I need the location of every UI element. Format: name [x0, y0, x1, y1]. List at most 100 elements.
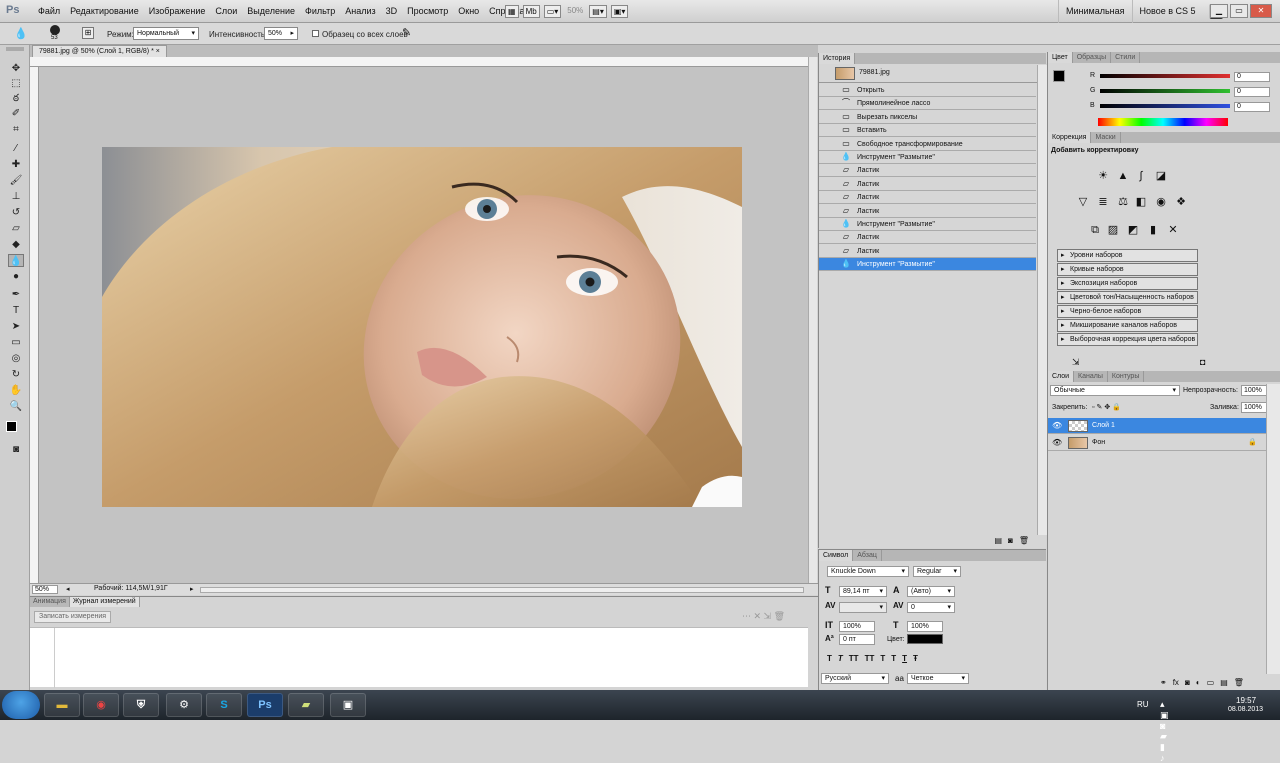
- photo-filter-icon[interactable]: ◉: [1154, 196, 1168, 209]
- faux-italic-button[interactable]: T: [838, 654, 843, 663]
- clock-time[interactable]: 19:57: [1236, 696, 1256, 705]
- start-button[interactable]: [2, 691, 40, 719]
- measure-tool-icons[interactable]: ⋯ ✕ ⇲ 🗑: [742, 611, 785, 622]
- layer-name[interactable]: Фон: [1092, 435, 1105, 451]
- history-state[interactable]: ▱ Ластик: [819, 231, 1036, 245]
- kerning-input[interactable]: ▾: [839, 602, 887, 613]
- path-select-tool-icon[interactable]: ➤: [8, 320, 24, 333]
- vibrance-icon[interactable]: ▽: [1076, 196, 1090, 209]
- tab-paragraph[interactable]: Абзац: [853, 550, 882, 561]
- exposure-icon[interactable]: ◪: [1154, 170, 1168, 183]
- adjustment-preset[interactable]: Экспозиция наборов: [1057, 277, 1198, 290]
- brightness-contrast-icon[interactable]: ☀: [1096, 170, 1110, 183]
- photoshop-taskbar-icon[interactable]: Ps: [247, 693, 283, 717]
- black-white-icon[interactable]: ◧: [1134, 196, 1148, 209]
- brush-tool-icon[interactable]: 🖌: [8, 174, 24, 187]
- levels-icon[interactable]: ▲: [1116, 170, 1130, 183]
- document-tab[interactable]: 79881.jpg @ 50% (Слой 1, RGB/8) * ×: [32, 45, 167, 57]
- history-state[interactable]: ▭ Вырезать пикселы: [819, 111, 1036, 124]
- gradient-map-icon[interactable]: ▮: [1146, 224, 1160, 237]
- fill-input[interactable]: 100%: [1241, 402, 1267, 413]
- menu-item[interactable]: Слои: [210, 0, 242, 23]
- intensity-input[interactable]: 50% ▸: [264, 27, 298, 40]
- hue-saturation-icon[interactable]: ≣: [1096, 196, 1110, 209]
- layer-name[interactable]: Слой 1: [1092, 418, 1115, 434]
- canvas-horizontal-scrollbar[interactable]: [200, 587, 804, 593]
- layer-row[interactable]: 👁 Слой 1: [1048, 418, 1266, 434]
- brush-preview[interactable]: [50, 25, 60, 35]
- tracking-input[interactable]: 0 ▾: [907, 602, 955, 613]
- tab-paths[interactable]: Контуры: [1108, 371, 1145, 382]
- explorer-taskbar-icon[interactable]: ▬: [44, 693, 80, 717]
- mode-select[interactable]: Нормальный ▾: [133, 27, 199, 40]
- tray-icons[interactable]: ▴ ▣ ◙ ▰ ▮ ♪: [1160, 699, 1172, 763]
- color-foreground-swatch[interactable]: [1053, 70, 1065, 82]
- zoom-level[interactable]: 50%: [565, 5, 585, 18]
- menu-item[interactable]: Редактирование: [65, 0, 144, 23]
- superscript-button[interactable]: T: [880, 654, 885, 663]
- layer-style-icon[interactable]: fx: [1173, 678, 1179, 687]
- shape-tool-icon[interactable]: ▭: [8, 336, 24, 349]
- app-taskbar-icon[interactable]: ⚙: [166, 693, 202, 717]
- adjustment-preset[interactable]: Уровни наборов: [1057, 249, 1198, 262]
- history-state[interactable]: 💧 Инструмент "Размытие": [819, 258, 1036, 272]
- subscript-button[interactable]: T: [891, 654, 896, 663]
- menu-item[interactable]: Анализ: [340, 0, 380, 23]
- view-extras-icon[interactable]: ▭▾: [543, 5, 562, 18]
- 3d-rotate-tool-icon[interactable]: ◎: [8, 352, 24, 365]
- curves-icon[interactable]: ∫: [1134, 170, 1148, 183]
- vertical-scale-input[interactable]: 100%: [839, 621, 875, 632]
- close-button[interactable]: ✕: [1250, 4, 1272, 18]
- link-layers-icon[interactable]: ⚭: [1160, 678, 1167, 687]
- all-caps-button[interactable]: TT: [849, 654, 859, 663]
- delete-state-icon[interactable]: 🗑: [1019, 536, 1029, 548]
- eyedropper-tool-icon[interactable]: ⁄: [8, 142, 24, 155]
- eraser-tool-icon[interactable]: ▱: [8, 222, 24, 235]
- strikethrough-button[interactable]: Ŧ: [913, 654, 918, 663]
- new-layer-icon[interactable]: ▤: [1220, 678, 1228, 687]
- tab-animation[interactable]: Анимация: [30, 597, 70, 607]
- tab-character[interactable]: Символ: [819, 550, 854, 561]
- channel-value[interactable]: 0: [1234, 72, 1270, 82]
- selective-color-icon[interactable]: ✕: [1166, 224, 1180, 237]
- layers-scrollbar[interactable]: [1266, 384, 1280, 674]
- menu-item[interactable]: Окно: [453, 0, 484, 23]
- foreground-color-swatch[interactable]: [6, 421, 17, 432]
- language-indicator[interactable]: RU: [1137, 700, 1149, 709]
- new-document-from-state-icon[interactable]: ▤: [994, 536, 1002, 548]
- font-size-input[interactable]: 89,14 пт ▾: [839, 586, 887, 597]
- delete-layer-icon[interactable]: 🗑: [1234, 678, 1244, 687]
- bridge-icon[interactable]: ▦: [505, 5, 519, 18]
- status-arrow-icon[interactable]: ◂: [66, 585, 70, 593]
- channel-value[interactable]: 0: [1234, 87, 1270, 97]
- adjustment-return-icon[interactable]: ⇲: [1072, 357, 1080, 368]
- small-caps-button[interactable]: TT: [865, 654, 875, 663]
- minimize-button[interactable]: ▁: [1210, 4, 1228, 18]
- menu-item[interactable]: Просмотр: [402, 0, 453, 23]
- language-select[interactable]: Русский ▾: [821, 673, 889, 684]
- channel-slider[interactable]: [1100, 89, 1230, 93]
- workspace-minimal[interactable]: Минимальная: [1058, 0, 1132, 23]
- baseline-shift-input[interactable]: 0 пт: [839, 634, 875, 645]
- tab-masks[interactable]: Маски: [1091, 132, 1121, 143]
- record-measurements-button[interactable]: Записать измерения: [34, 611, 112, 623]
- adjustment-preset[interactable]: Цветовой тон/Насыщенность наборов: [1057, 291, 1198, 304]
- layer-mask-icon[interactable]: ◙: [1185, 678, 1190, 687]
- status-menu-icon[interactable]: ▸: [190, 585, 194, 593]
- leading-input[interactable]: (Авто) ▾: [907, 586, 955, 597]
- adjustment-preset[interactable]: Черно-белое наборов: [1057, 305, 1198, 318]
- faux-bold-button[interactable]: T: [827, 654, 832, 663]
- history-state[interactable]: ⌒ Прямолинейное лассо: [819, 97, 1036, 111]
- pressure-icon[interactable]: ✎: [402, 26, 411, 39]
- history-state[interactable]: ▭ Вставить: [819, 124, 1036, 138]
- posterize-icon[interactable]: ▨: [1106, 224, 1120, 237]
- lock-icons[interactable]: ▫✎✥🔒: [1092, 403, 1123, 411]
- history-state[interactable]: ▭ Свободное трансформирование: [819, 138, 1036, 151]
- history-state[interactable]: 💧 Инструмент "Размытие": [819, 218, 1036, 231]
- tab-swatches[interactable]: Образцы: [1073, 52, 1112, 63]
- history-state[interactable]: ▱ Ластик: [819, 178, 1036, 191]
- notes-taskbar-icon[interactable]: ▰: [288, 693, 324, 717]
- channel-slider[interactable]: [1100, 74, 1230, 78]
- opacity-input[interactable]: 100%: [1241, 385, 1267, 396]
- history-state[interactable]: ▱ Ластик: [819, 205, 1036, 218]
